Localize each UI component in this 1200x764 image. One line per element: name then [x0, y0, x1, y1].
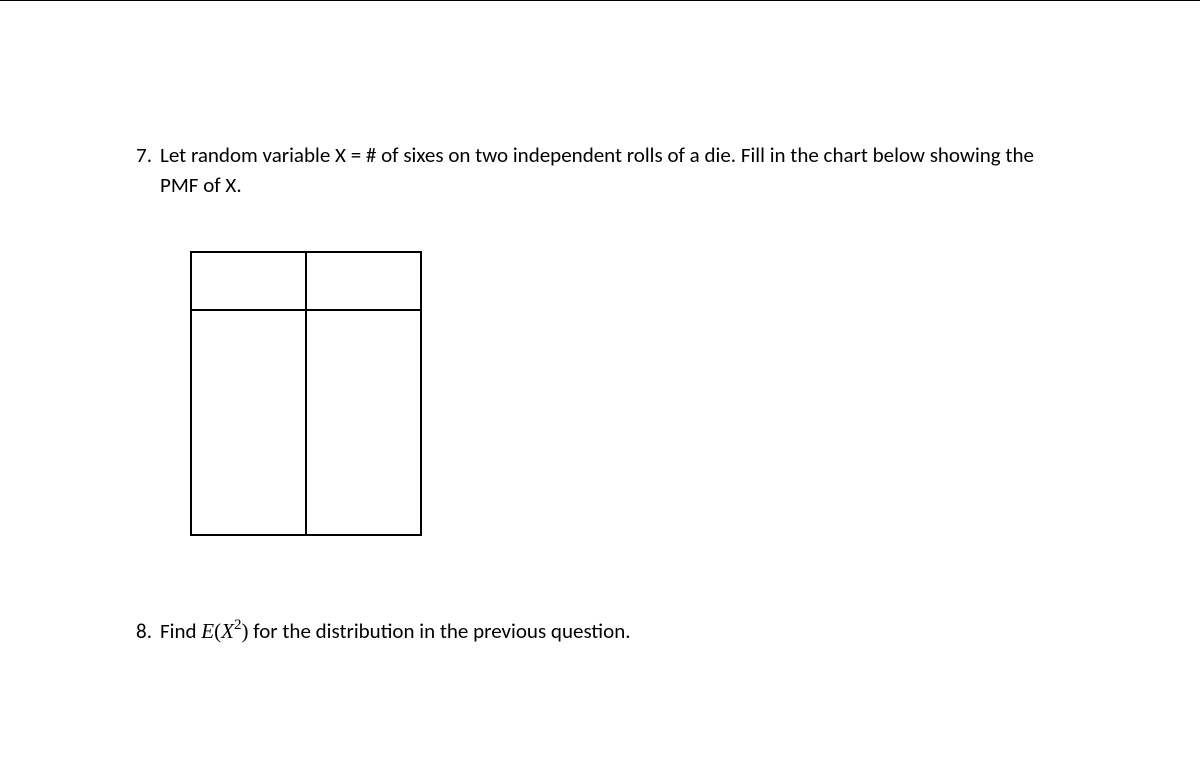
question-text-8: Find E(X2) for the distribution in the p… — [160, 616, 1070, 646]
math-superscript-2: 2 — [234, 617, 242, 633]
pmf-table-container — [190, 251, 1070, 536]
table-row — [191, 252, 421, 310]
question-8: 8. Find E(X2) for the distribution in th… — [130, 616, 1070, 646]
table-body-cell — [306, 310, 421, 535]
table-header-cell — [191, 252, 306, 310]
math-expectation-E: E — [201, 619, 214, 643]
document-content: 7. Let random variable X = # of sixes on… — [0, 0, 1200, 646]
text-after: for the distribution in the previous que… — [249, 618, 631, 644]
math-variable-X: X — [221, 619, 234, 643]
table-body-cell — [191, 310, 306, 535]
pmf-table — [190, 251, 422, 536]
math-paren-close: ) — [242, 619, 249, 643]
table-header-cell — [306, 252, 421, 310]
question-number-8: 8. — [130, 616, 160, 646]
question-number-7: 7. — [130, 140, 160, 201]
question-7: 7. Let random variable X = # of sixes on… — [130, 140, 1070, 201]
text-before: Find — [160, 618, 201, 644]
page-top-border — [0, 0, 1200, 1]
table-row — [191, 310, 421, 535]
question-text-7: Let random variable X = # of sixes on tw… — [160, 140, 1070, 201]
